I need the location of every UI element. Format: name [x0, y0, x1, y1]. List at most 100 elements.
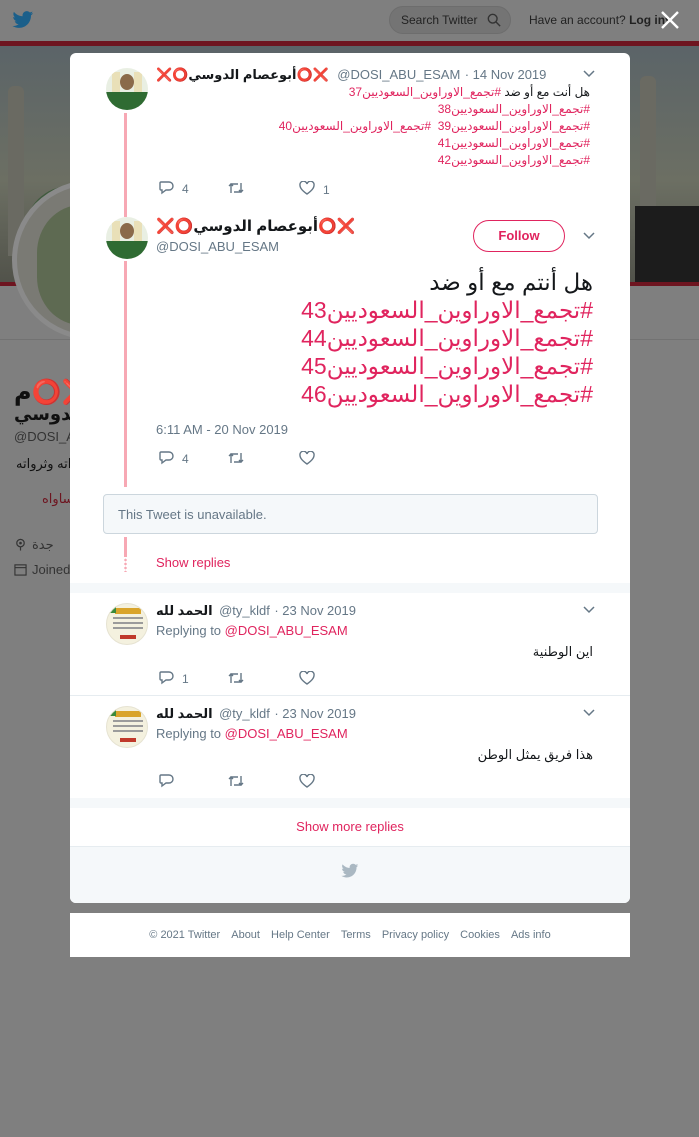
calendar-icon: [14, 564, 27, 576]
chevron-down-icon[interactable]: [582, 231, 596, 241]
account-prompt-text: Have an account?: [529, 13, 626, 27]
hashtag-link[interactable]: #تجمع_الاوراوين_السعوديين42: [438, 153, 590, 167]
retweet-icon: [228, 673, 244, 683]
twitter-bird-icon[interactable]: [12, 10, 34, 30]
close-icon[interactable]: [658, 8, 682, 32]
hashtag-link[interactable]: #تجمع_الاوراوين_السعوديين43: [180, 296, 593, 324]
hashtag-link[interactable]: #تجمع_الاوراوين_السعوديين45: [180, 352, 593, 380]
retweet-button[interactable]: [228, 451, 268, 469]
mention-link[interactable]: @DOSI_ABU_ESAM: [225, 726, 348, 741]
author-name[interactable]: الحمد لله: [156, 706, 213, 721]
tweet-header: ❌⭕أبوعصام الدوسي⭕❌ @DOSI_ABU_ESAM · 14 N…: [156, 66, 556, 84]
profile-bio-link[interactable]: ساواه: [42, 491, 74, 507]
profile-handle: @DOSI_A: [14, 429, 75, 444]
tweet-header: الحمد لله @ty_kldf · 23 Nov 2019: [156, 705, 356, 723]
replying-to: Replying to @DOSI_ABU_ESAM: [156, 726, 348, 741]
hashtag-link[interactable]: #تجمع_الاوراوين_السعوديين46: [180, 380, 593, 408]
reply-button[interactable]: 1: [158, 670, 208, 688]
hashtag-link[interactable]: #تجمع_الاوراوين_السعوديين38: [438, 102, 590, 116]
reply-count: 1: [182, 672, 189, 686]
main-tweet-timestamp[interactable]: 6:11 AM - 20 Nov 2019: [156, 422, 288, 437]
author-handle[interactable]: @ty_kldf: [219, 603, 270, 618]
avatar[interactable]: [106, 603, 148, 645]
follow-button[interactable]: Follow: [473, 220, 565, 252]
divider: [70, 695, 630, 696]
reply-icon: [159, 451, 174, 465]
tweet-header: الحمد لله @ty_kldf · 23 Nov 2019: [156, 602, 356, 620]
footer-link-about[interactable]: About: [231, 929, 260, 941]
reply-button[interactable]: 4: [158, 180, 208, 198]
reply-count: 4: [182, 182, 189, 196]
author-handle[interactable]: @ty_kldf: [219, 706, 270, 721]
hashtag-link[interactable]: #تجمع_الاوراوين_السعوديين39: [438, 119, 590, 133]
author-name[interactable]: الحمد لله: [156, 603, 213, 618]
chevron-down-icon[interactable]: [582, 605, 596, 615]
section-gap: [70, 798, 630, 808]
footer-link-ads[interactable]: Ads info: [511, 929, 551, 941]
footer-link-cookies[interactable]: Cookies: [460, 929, 500, 941]
retweet-button[interactable]: [228, 774, 268, 792]
avatar[interactable]: [106, 217, 148, 259]
like-icon: [299, 774, 315, 788]
tweet-line-5: #تجمع_الاوراوين_السعوديين42: [240, 152, 590, 169]
thread-line: [124, 537, 127, 557]
hashtag-link[interactable]: #تجمع_الاوراوين_السعوديين37: [349, 85, 501, 99]
profile-joined-text: Joined: [32, 562, 71, 577]
replying-label: Replying to: [156, 623, 222, 638]
retweet-icon: [228, 453, 244, 463]
like-button[interactable]: 1: [299, 181, 349, 199]
retweet-button[interactable]: [228, 181, 268, 199]
like-icon: [299, 181, 315, 195]
tweet-date[interactable]: · 23 Nov 2019: [274, 603, 356, 618]
reply-button[interactable]: 4: [158, 450, 208, 468]
like-button[interactable]: [299, 774, 339, 792]
tweet-date[interactable]: · 23 Nov 2019: [274, 706, 356, 721]
hashtag-link[interactable]: #تجمع_الاوراوين_السعوديين44: [180, 324, 593, 352]
twitter-bird-icon: [341, 863, 359, 878]
reply-count: 4: [182, 452, 189, 466]
section-gap: [70, 583, 630, 593]
like-button[interactable]: [299, 451, 339, 469]
tweet-text-plain: هل أنت مع أو ضد: [501, 85, 590, 99]
tweet-line-2: #تجمع_الاوراوين_السعوديين38: [240, 101, 590, 118]
tweet-text: هل أنت مع أو ضد #تجمع_الاوراوين_السعوديي…: [240, 84, 590, 169]
reply-text: اين الوطنية: [532, 644, 593, 659]
mention-link[interactable]: @DOSI_ABU_ESAM: [225, 623, 348, 638]
reply-icon: [159, 671, 174, 685]
hashtag-link[interactable]: #تجمع_الاوراوين_السعوديين41: [438, 136, 590, 150]
reply-icon: [159, 181, 174, 195]
show-more-replies-button[interactable]: Show more replies: [70, 808, 630, 846]
footer-link-terms[interactable]: Terms: [341, 929, 371, 941]
main-author-name[interactable]: ❌⭕أبوعصام الدوسي⭕❌: [156, 217, 355, 235]
thread-line: [124, 261, 127, 487]
location-icon: [16, 538, 25, 551]
reply-button[interactable]: [158, 773, 198, 791]
author-name[interactable]: ❌⭕أبوعصام الدوسي⭕❌: [156, 67, 329, 82]
page-footer: © 2021 Twitter About Help Center Terms P…: [70, 913, 630, 957]
show-replies-link[interactable]: Show replies: [156, 555, 230, 570]
main-tweet-line: هل أنتم مع أو ضد: [429, 269, 593, 295]
chevron-down-icon[interactable]: [582, 708, 596, 718]
profile-bio: اته وثرواته: [16, 456, 72, 471]
retweet-button[interactable]: [228, 671, 268, 689]
avatar[interactable]: [106, 706, 148, 748]
tweet-date[interactable]: · 14 Nov 2019: [465, 67, 547, 82]
hashtag-link[interactable]: #تجمع_الاوراوين_السعوديين40: [279, 119, 431, 133]
footer-copyright: © 2021 Twitter: [149, 929, 221, 941]
like-button[interactable]: [299, 671, 339, 689]
avatar[interactable]: [106, 68, 148, 110]
search-icon[interactable]: [487, 13, 501, 27]
chevron-down-icon[interactable]: [582, 69, 596, 79]
unavailable-tweet: This Tweet is unavailable.: [103, 494, 598, 534]
search-input[interactable]: Search Twitter: [389, 6, 511, 34]
footer-link-privacy[interactable]: Privacy policy: [382, 929, 449, 941]
tweet-line-4: #تجمع_الاوراوين_السعوديين41: [240, 135, 590, 152]
author-handle[interactable]: @DOSI_ABU_ESAM: [337, 67, 460, 82]
main-author-handle[interactable]: @DOSI_ABU_ESAM: [156, 239, 279, 254]
like-icon: [299, 671, 315, 685]
tweet-line-1: هل أنت مع أو ضد #تجمع_الاوراوين_السعوديي…: [240, 84, 590, 101]
search-placeholder: Search Twitter: [401, 13, 478, 27]
footer-link-help[interactable]: Help Center: [271, 929, 330, 941]
tweet-modal: ❌⭕أبوعصام الدوسي⭕❌ @DOSI_ABU_ESAM · 14 N…: [70, 53, 630, 903]
reply-text: هذا فريق يمثل الوطن: [477, 747, 593, 762]
